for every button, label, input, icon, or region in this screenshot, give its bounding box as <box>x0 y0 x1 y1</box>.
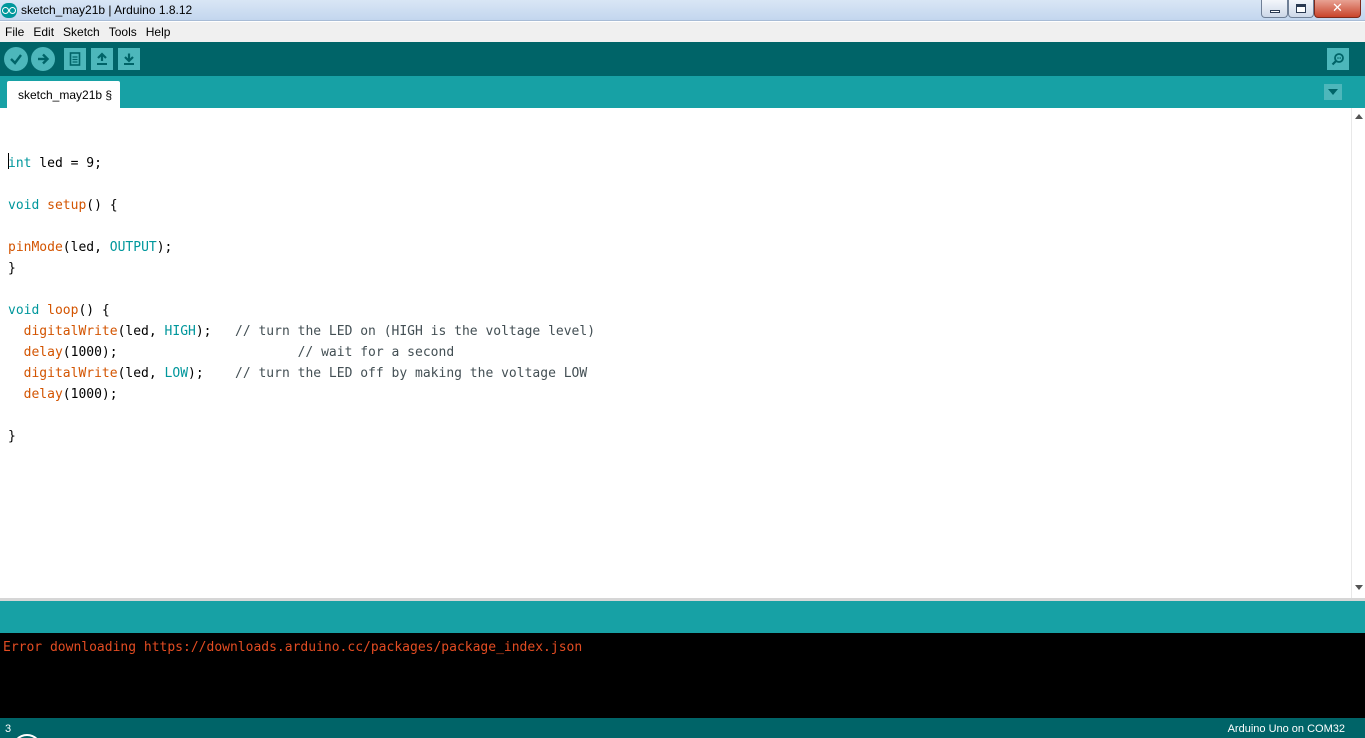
message-bar <box>0 601 1365 633</box>
maximize-icon <box>1296 4 1306 13</box>
scroll-up-icon[interactable] <box>1355 114 1363 119</box>
upload-button[interactable] <box>31 47 55 71</box>
editor-scrollbar[interactable] <box>1351 108 1365 598</box>
open-sketch-button[interactable] <box>91 48 113 70</box>
code-line-8: void loop() { <box>8 303 110 318</box>
code-line-9: digitalWrite(led, HIGH); // turn the LED… <box>23 324 596 339</box>
menu-edit[interactable]: Edit <box>29 25 58 39</box>
code-line-1: int led = 9; <box>8 156 102 171</box>
menu-file[interactable]: File <box>1 25 28 39</box>
chevron-down-icon <box>1328 89 1338 95</box>
tab-strip: sketch_may21b § <box>0 76 1365 108</box>
text-caret <box>8 153 9 169</box>
tab-label: sketch_may21b § <box>18 87 113 102</box>
code-line-5: pinMode(led, OUTPUT); <box>8 240 173 255</box>
save-arrow-down-icon <box>124 53 134 65</box>
verify-button[interactable] <box>4 47 28 71</box>
save-sketch-button[interactable] <box>118 48 140 70</box>
tab-menu-button[interactable] <box>1324 84 1342 100</box>
minimize-button[interactable] <box>1261 0 1288 18</box>
verify-icon <box>10 54 22 65</box>
console-error-line: Error downloading https://downloads.ardu… <box>3 640 583 655</box>
tab-sketch-may21b[interactable]: sketch_may21b § <box>7 81 121 108</box>
console-output[interactable]: Error downloading https://downloads.ardu… <box>0 633 1365 718</box>
code-line-12: delay(1000); <box>23 387 118 402</box>
serial-monitor-button[interactable] <box>1327 48 1349 70</box>
title-bar: sketch_may21b | Arduino 1.8.12 ✕ <box>0 0 1365 21</box>
status-bar: 3 Arduino Uno on COM32 <box>0 718 1365 738</box>
new-file-icon <box>69 52 81 66</box>
code-line-14: } <box>8 429 16 444</box>
circle-icon <box>12 734 42 738</box>
arduino-logo-icon <box>1 3 17 18</box>
code-line-11: digitalWrite(led, LOW); // turn the LED … <box>23 366 588 381</box>
board-port-label: Arduino Uno on COM32 <box>1227 723 1345 735</box>
close-icon: ✕ <box>1332 1 1343 16</box>
minimize-icon <box>1269 10 1280 13</box>
new-sketch-button[interactable] <box>64 48 86 70</box>
menu-sketch[interactable]: Sketch <box>59 25 104 39</box>
menu-tools[interactable]: Tools <box>105 25 141 39</box>
code-line-3: void setup() { <box>8 198 118 213</box>
menu-bar: File Edit Sketch Tools Help <box>0 22 1365 42</box>
maximize-button[interactable] <box>1288 0 1314 18</box>
close-button[interactable]: ✕ <box>1314 0 1361 18</box>
upload-icon <box>38 53 50 65</box>
window-title: sketch_may21b | Arduino 1.8.12 <box>21 3 193 17</box>
code-line-10: delay(1000); // wait for a second <box>23 345 455 360</box>
open-arrow-up-icon <box>97 52 107 65</box>
serial-monitor-icon <box>1331 53 1344 66</box>
code-line-6: } <box>8 261 16 276</box>
current-line-number: 3 <box>5 723 12 735</box>
scroll-down-icon[interactable] <box>1355 585 1363 590</box>
toolbar <box>0 42 1365 76</box>
menu-help[interactable]: Help <box>142 25 175 39</box>
code-editor[interactable]: int led = 9; void setup() { pinMode(led,… <box>0 108 1351 598</box>
